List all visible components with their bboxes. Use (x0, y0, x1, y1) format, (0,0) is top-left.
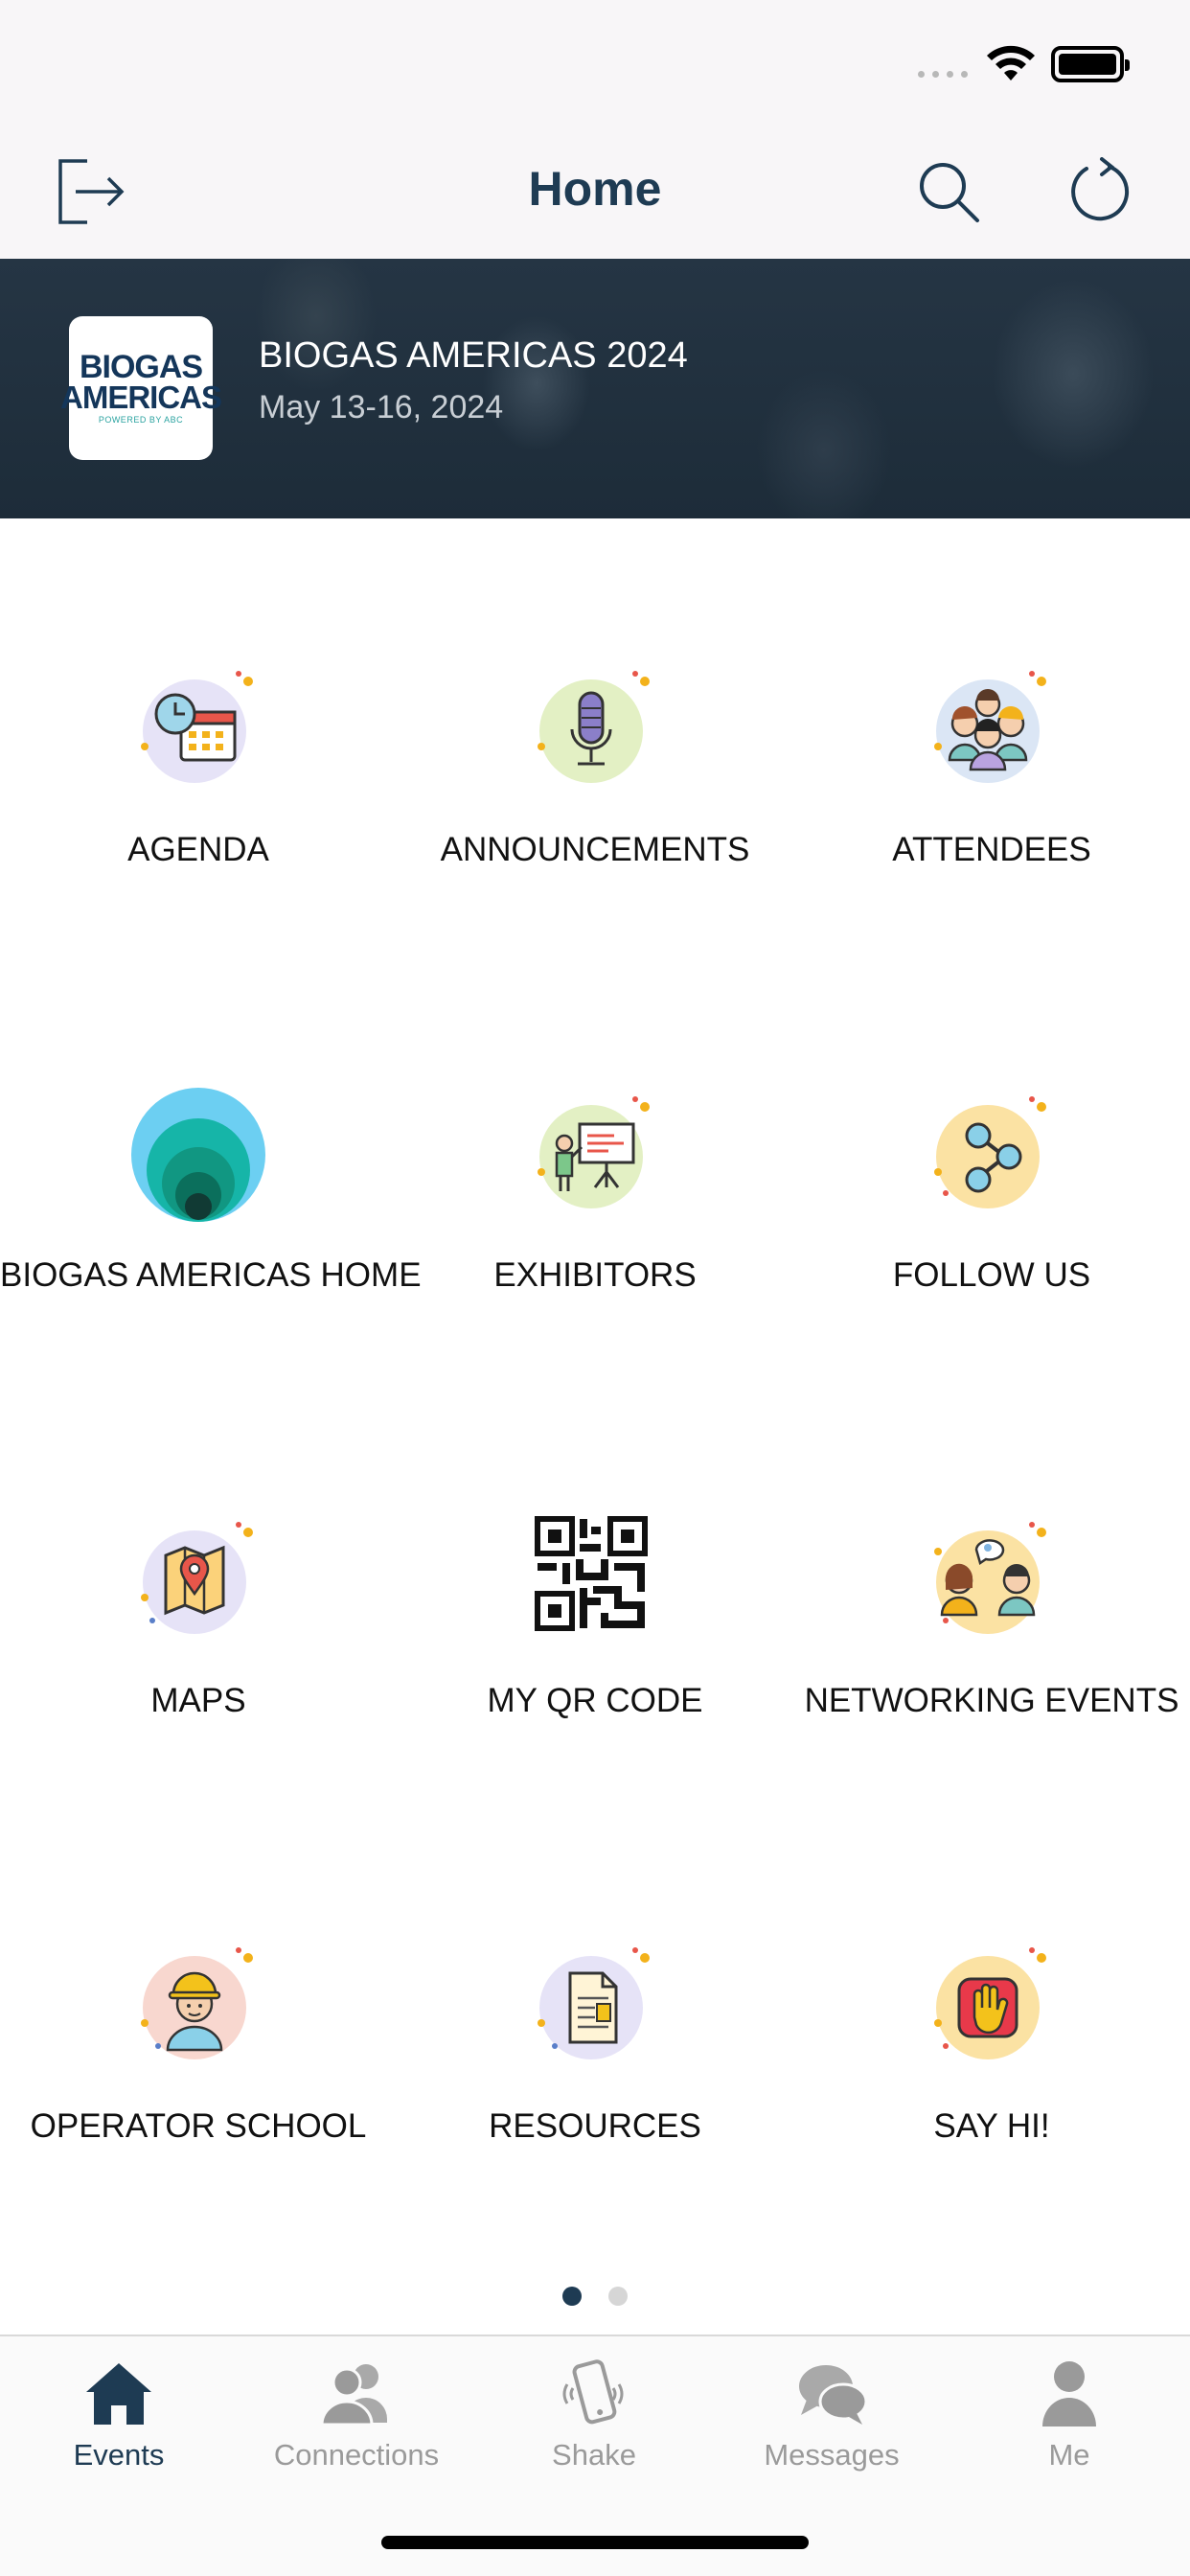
tab-label: Shake (552, 2438, 636, 2472)
tile-exhibitors[interactable]: EXHIBITORS (397, 944, 793, 1369)
tile-label: AGENDA (127, 831, 269, 868)
tile-my-qr-code[interactable]: MY QR CODE (397, 1369, 793, 1795)
tile-agenda[interactable]: AGENDA (0, 518, 397, 944)
tile-networking-events[interactable]: NETWORKING EVENTS (793, 1369, 1190, 1795)
people-icon (320, 2364, 387, 2426)
tile-biogas-home[interactable]: BIOGAS AMERICAS HOME (0, 944, 422, 1369)
logo-text-bottom: AMERICAS (60, 380, 222, 415)
tile-label: MY QR CODE (487, 1682, 703, 1719)
tile-resources[interactable]: RESOURCES (397, 1795, 793, 2220)
tab-me[interactable]: Me (950, 2336, 1188, 2490)
tab-shake[interactable]: Shake (475, 2336, 713, 2490)
event-dates: May 13-16, 2024 (259, 389, 504, 426)
map-icon (141, 1522, 253, 1634)
biogas-home-icon (131, 1088, 265, 1222)
tab-messages[interactable]: Messages (713, 2336, 950, 2490)
tile-maps[interactable]: MAPS (0, 1369, 397, 1795)
battery-icon (1051, 46, 1130, 82)
nav-bar: Home (0, 125, 1190, 259)
page-indicator[interactable] (0, 2287, 1190, 2306)
tile-label: OPERATOR SCHOOL (30, 2107, 367, 2145)
chat-icon (799, 2365, 868, 2425)
logo-text-top: BIOGAS (79, 349, 203, 385)
tile-say-hi[interactable]: SAY HI! (793, 1795, 1190, 2220)
qr-code-icon (535, 1516, 648, 1631)
page-dot-2[interactable] (608, 2287, 628, 2306)
status-bar (0, 0, 1190, 125)
tab-label: Events (73, 2438, 165, 2472)
tab-label: Me (1048, 2438, 1090, 2472)
tile-attendees[interactable]: ATTENDEES (793, 518, 1190, 944)
tile-label: MAPS (150, 1682, 246, 1719)
person-icon (1042, 2361, 1096, 2426)
tab-events[interactable]: Events (0, 2336, 238, 2490)
attendees-icon (934, 671, 1046, 783)
event-logo: BIOGAS AMERICAS POWERED BY ABC (60, 316, 222, 460)
wave-hand-icon (934, 1947, 1046, 2059)
tile-announcements[interactable]: ANNOUNCEMENTS (397, 518, 793, 944)
home-icon (86, 2363, 151, 2425)
exhibitors-icon (538, 1096, 650, 1208)
networking-icon (934, 1522, 1046, 1634)
tile-label: ATTENDEES (892, 831, 1091, 868)
tab-connections[interactable]: Connections (238, 2336, 475, 2490)
operator-icon (141, 1947, 253, 2059)
agenda-icon (141, 671, 253, 783)
signal-icon (918, 71, 968, 78)
tile-follow-us[interactable]: FOLLOW US (793, 944, 1190, 1369)
tile-label: BIOGAS AMERICAS HOME (0, 1256, 422, 1294)
page-title: Home (528, 162, 662, 216)
refresh-button[interactable] (1052, 144, 1148, 240)
page-dot-1[interactable] (562, 2287, 582, 2306)
event-banner[interactable]: BIOGAS AMERICAS POWERED BY ABC BIOGAS AM… (0, 259, 1190, 518)
microphone-icon (538, 671, 650, 783)
share-icon (934, 1096, 1046, 1208)
tile-label: NETWORKING EVENTS (804, 1682, 1179, 1719)
document-icon (538, 1947, 650, 2059)
refresh-icon (1071, 157, 1130, 221)
wifi-icon (987, 45, 1035, 80)
tile-label: SAY HI! (933, 2107, 1050, 2145)
tile-label: ANNOUNCEMENTS (440, 831, 750, 868)
home-indicator[interactable] (381, 2536, 809, 2549)
tab-label: Connections (273, 2438, 440, 2472)
tab-label: Messages (764, 2438, 900, 2472)
tile-label: FOLLOW US (892, 1256, 1091, 1294)
event-name: BIOGAS AMERICAS 2024 (259, 335, 688, 376)
search-button[interactable] (901, 144, 996, 240)
phone-shake-icon (562, 2359, 624, 2425)
tile-operator-school[interactable]: OPERATOR SCHOOL (0, 1795, 397, 2220)
tile-label: RESOURCES (489, 2107, 701, 2145)
logo-tagline: POWERED BY ABC (98, 415, 184, 425)
search-icon (920, 163, 979, 222)
tile-label: EXHIBITORS (493, 1256, 697, 1294)
